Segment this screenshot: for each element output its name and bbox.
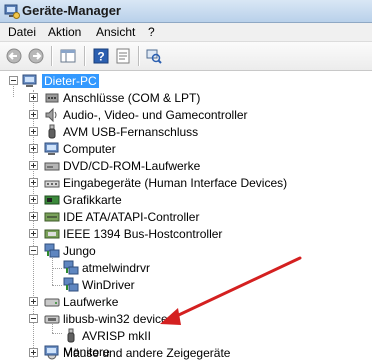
tree-item-label[interactable]: Audio-, Video- und Gamecontroller xyxy=(63,108,248,122)
back-icon xyxy=(6,48,22,64)
usb-icon xyxy=(44,315,60,324)
device-manager-icon xyxy=(4,4,20,19)
tree-item-label[interactable]: libusb-win32 devices xyxy=(63,312,174,326)
properties-icon xyxy=(116,48,130,64)
expand-toggle[interactable] xyxy=(29,212,38,221)
collapse-toggle[interactable] xyxy=(29,314,38,323)
tree-item-label[interactable]: AVM USB-Fernanschluss xyxy=(63,125,198,139)
tree-item-label[interactable]: Laufwerke xyxy=(63,295,118,309)
expand-toggle[interactable] xyxy=(29,348,38,357)
forward-button[interactable] xyxy=(25,45,47,67)
menu-aktion[interactable]: Aktion xyxy=(48,25,81,39)
computer-icon xyxy=(22,74,37,87)
network-icon xyxy=(63,260,79,275)
expand-toggle[interactable] xyxy=(29,229,38,238)
tree-item-label[interactable]: AVRISP mkII xyxy=(82,329,151,343)
tree-item-label[interactable]: Monitore xyxy=(63,345,110,359)
network-icon xyxy=(44,243,60,258)
expand-toggle[interactable] xyxy=(29,127,38,136)
tree-item-label[interactable]: IEEE 1394 Bus-Hostcontroller xyxy=(63,227,222,241)
expand-toggle[interactable] xyxy=(29,161,38,170)
tree-item-label[interactable]: Jungo xyxy=(63,244,96,258)
help-button[interactable]: ? xyxy=(90,45,112,67)
help-icon: ? xyxy=(93,48,109,64)
expand-toggle[interactable] xyxy=(29,93,38,102)
firewire-icon xyxy=(44,229,60,239)
ide-icon xyxy=(44,212,60,222)
tree-item-label[interactable]: Computer xyxy=(63,142,116,156)
tree-item-label[interactable]: Eingabegeräte (Human Interface Devices) xyxy=(63,176,287,190)
hid-icon xyxy=(44,180,60,188)
expand-toggle[interactable] xyxy=(29,178,38,187)
menu-bar: Datei Aktion Ansicht ? xyxy=(0,23,372,42)
computer-icon xyxy=(44,142,59,155)
forward-icon xyxy=(28,48,44,64)
window-title: Geräte-Manager xyxy=(22,3,121,18)
tree-item-label[interactable]: Grafikkarte xyxy=(63,193,122,207)
scan-hardware-icon xyxy=(146,49,162,64)
tree-item-label[interactable]: Anschlüsse (COM & LPT) xyxy=(63,91,200,105)
expand-toggle[interactable] xyxy=(29,195,38,204)
title-bar: Geräte-Manager xyxy=(0,0,372,23)
properties-button[interactable] xyxy=(112,45,134,67)
port-icon xyxy=(45,93,59,103)
tree-item-label[interactable]: atmelwindrvr xyxy=(82,261,150,275)
tree-item-label[interactable]: IDE ATA/ATAPI-Controller xyxy=(63,210,199,224)
tree-item-label[interactable]: DVD/CD-ROM-Laufwerke xyxy=(63,159,200,173)
menu-datei[interactable]: Datei xyxy=(8,25,36,39)
menu-ansicht[interactable]: Ansicht xyxy=(96,25,135,39)
tree-root-label[interactable]: Dieter-PC xyxy=(42,74,99,88)
display-adapter-icon xyxy=(44,195,60,205)
toolbar: ? xyxy=(0,42,372,71)
back-button[interactable] xyxy=(3,45,25,67)
show-hide-tree-button[interactable] xyxy=(57,45,79,67)
tree-item-label[interactable]: WinDriver xyxy=(82,278,135,292)
sound-icon xyxy=(45,107,57,123)
scan-hardware-button[interactable] xyxy=(143,45,165,67)
expand-toggle[interactable] xyxy=(29,297,38,306)
dvd-icon xyxy=(44,162,60,171)
collapse-toggle[interactable] xyxy=(29,246,38,255)
expand-toggle[interactable] xyxy=(29,110,38,119)
show-hide-tree-icon xyxy=(60,49,76,63)
collapse-root-toggle[interactable] xyxy=(9,76,18,85)
monitor-icon xyxy=(44,345,59,356)
expand-toggle[interactable] xyxy=(29,144,38,153)
usb-icon xyxy=(67,328,75,343)
network-icon xyxy=(63,277,79,292)
disk-icon xyxy=(44,298,60,307)
device-tree: Dieter-PC Anschlüsse (COM & LPT) Audio-,… xyxy=(0,71,372,360)
usb-icon xyxy=(48,124,56,139)
menu-help[interactable]: ? xyxy=(148,25,155,39)
svg-text:?: ? xyxy=(97,50,104,64)
